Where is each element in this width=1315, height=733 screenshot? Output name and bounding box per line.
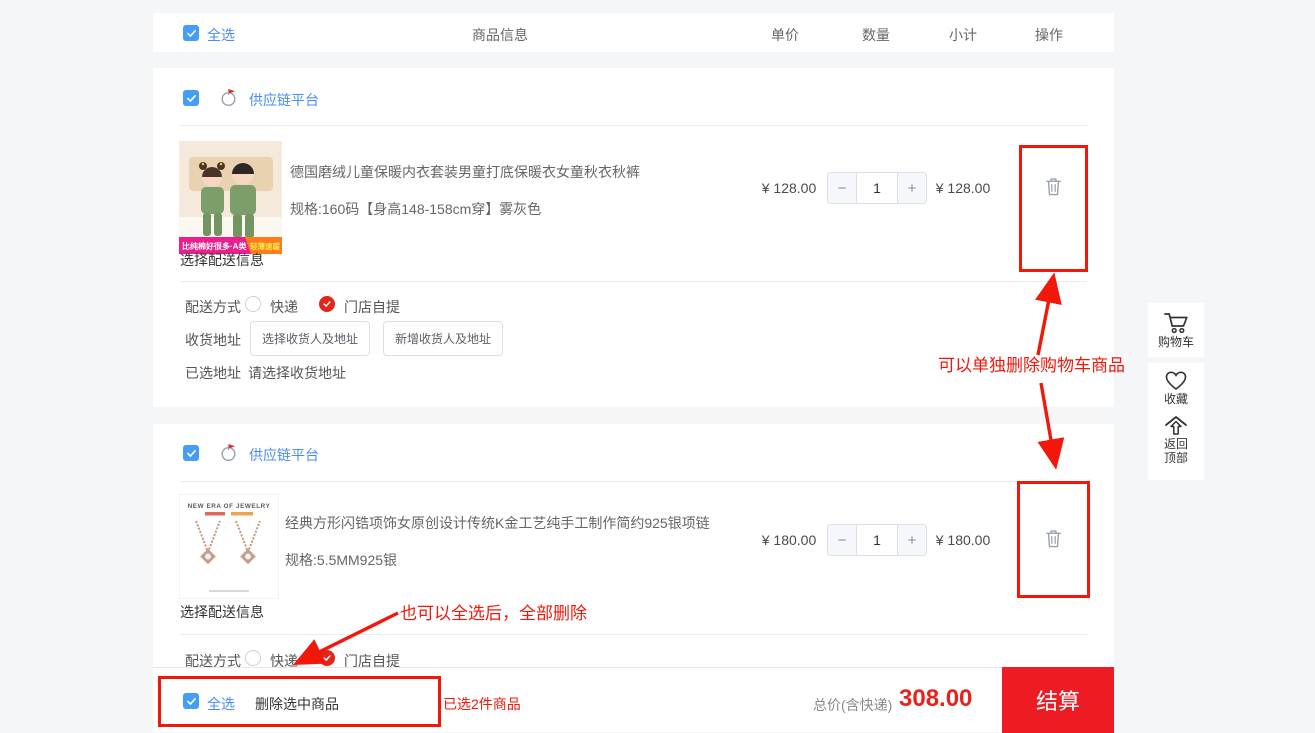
store-pickup-radio[interactable]	[319, 650, 335, 666]
product2-subtotal: ¥ 180.00	[935, 532, 991, 548]
product1-spec: 规格:160码【身高148-158cm穿】雾灰色	[290, 201, 542, 217]
check-icon	[323, 301, 331, 308]
shopping-cart-icon	[1164, 313, 1188, 334]
trash-icon	[1045, 177, 1061, 195]
back-to-top-button[interactable]: 返回 顶部	[1163, 415, 1189, 465]
check-icon	[186, 449, 196, 457]
product1-title[interactable]: 德国磨绒儿童保暖内衣套装男童打底保暖衣女童秋衣秋裤	[290, 162, 810, 182]
delivery-method-label: 配送方式	[185, 299, 241, 315]
check-icon	[186, 697, 196, 705]
total-price-label: 总价(含快递)	[813, 697, 893, 713]
heart-icon	[1165, 371, 1187, 390]
annotation-bulk-delete-text: 也可以全选后，全部删除	[400, 604, 587, 623]
arrow-up-icon	[1165, 416, 1187, 435]
cart-table-header: 全选 商品信息 单价 数量 小计 操作	[153, 13, 1114, 52]
quantity-increase-button[interactable]: +	[898, 173, 926, 203]
column-product-info: 商品信息	[472, 27, 528, 43]
back-to-top-label-2: 顶部	[1163, 451, 1188, 465]
quantity-decrease-button[interactable]: −	[828, 525, 856, 555]
product2-image[interactable]: NEW ERA OF JEWELRY	[179, 494, 279, 599]
check-icon	[323, 655, 331, 662]
store2-checkbox[interactable]	[183, 445, 199, 461]
delivery-section-title: 选择配送信息	[180, 604, 264, 620]
delete-selected-button[interactable]: 删除选中商品	[255, 694, 339, 714]
side-favorites-button[interactable]: 收藏	[1164, 370, 1188, 406]
quantity-decrease-button[interactable]: −	[828, 173, 856, 203]
product1-image[interactable]: 比纯棉好很多·A类 轻薄速暖	[179, 141, 282, 254]
quantity-input[interactable]	[856, 173, 898, 203]
store-pickup-radio[interactable]	[319, 296, 335, 312]
product2-title[interactable]: 经典方形闪锆项饰女原创设计传统K金工艺纯手工制作简约925银项链	[285, 513, 825, 533]
store-icon	[221, 89, 236, 107]
product1-delete-button[interactable]	[1039, 172, 1067, 200]
select-all-checkbox[interactable]	[183, 25, 199, 41]
store1-checkbox[interactable]	[183, 90, 199, 106]
selected-address-value: 请选择收货地址	[248, 365, 346, 381]
trash-icon	[1045, 529, 1061, 547]
check-icon	[186, 29, 196, 37]
quantity-increase-button[interactable]: +	[898, 525, 926, 555]
store-pickup-label[interactable]: 门店自提	[344, 297, 400, 317]
express-label[interactable]: 快递	[270, 297, 298, 317]
selected-address-label: 已选地址	[185, 365, 241, 381]
product2-spec: 规格:5.5MM925银	[285, 552, 398, 568]
product2-unit-price: ¥ 180.00	[761, 532, 817, 548]
side-cart-label: 购物车	[1157, 335, 1194, 349]
column-unit-price: 单价	[771, 27, 799, 43]
checkout-button[interactable]: 结算	[1002, 667, 1114, 733]
divider	[180, 125, 1087, 126]
express-radio[interactable]	[245, 650, 261, 666]
product1-quantity-stepper: − +	[827, 172, 927, 204]
product2-quantity-stepper: − +	[827, 524, 927, 556]
cart-footer-bar: 全选 删除选中商品 已选2件商品 总价(含快递) 308.00 结算	[153, 667, 1114, 733]
product2-delete-button[interactable]	[1039, 524, 1067, 552]
add-address-button[interactable]: 新增收货人及地址	[383, 321, 504, 356]
back-to-top-label-1: 返回	[1163, 437, 1188, 451]
side-tools: 收藏 返回 顶部	[1148, 363, 1204, 480]
check-icon	[186, 94, 196, 102]
choose-address-button[interactable]: 选择收货人及地址	[250, 321, 371, 356]
column-action: 操作	[1035, 27, 1063, 43]
product2-image-caption: NEW ERA OF JEWELRY	[188, 503, 271, 510]
column-quantity: 数量	[862, 27, 890, 43]
column-subtotal: 小计	[949, 27, 977, 43]
store1-name-link[interactable]: 供应链平台	[249, 90, 319, 110]
product1-unit-price: ¥ 128.00	[761, 180, 817, 196]
address-label: 收货地址	[185, 332, 241, 348]
annotation-single-delete-text: 可以单独删除购物车商品	[938, 356, 1125, 375]
selected-count-text: 已选2件商品	[443, 696, 521, 712]
product1-subtotal: ¥ 128.00	[935, 180, 991, 196]
express-radio[interactable]	[245, 296, 261, 312]
divider	[180, 281, 1087, 282]
select-all-label[interactable]: 全选	[207, 25, 235, 45]
side-favorites-label: 收藏	[1163, 392, 1188, 406]
total-price-value: 308.00	[899, 685, 973, 712]
quantity-input[interactable]	[856, 525, 898, 555]
footer-select-all-label[interactable]: 全选	[207, 694, 235, 714]
store2-name-link[interactable]: 供应链平台	[249, 445, 319, 465]
store-icon	[221, 444, 236, 462]
side-cart-button[interactable]: 购物车	[1148, 303, 1204, 357]
delivery-section-title: 选择配送信息	[180, 252, 264, 268]
divider	[180, 481, 1087, 482]
address-buttons: 选择收货人及地址 新增收货人及地址	[250, 321, 504, 356]
footer-select-all-checkbox[interactable]	[183, 693, 199, 709]
side-toolbar: 购物车 收藏 返回 顶部	[1148, 303, 1204, 480]
divider	[180, 634, 1087, 635]
